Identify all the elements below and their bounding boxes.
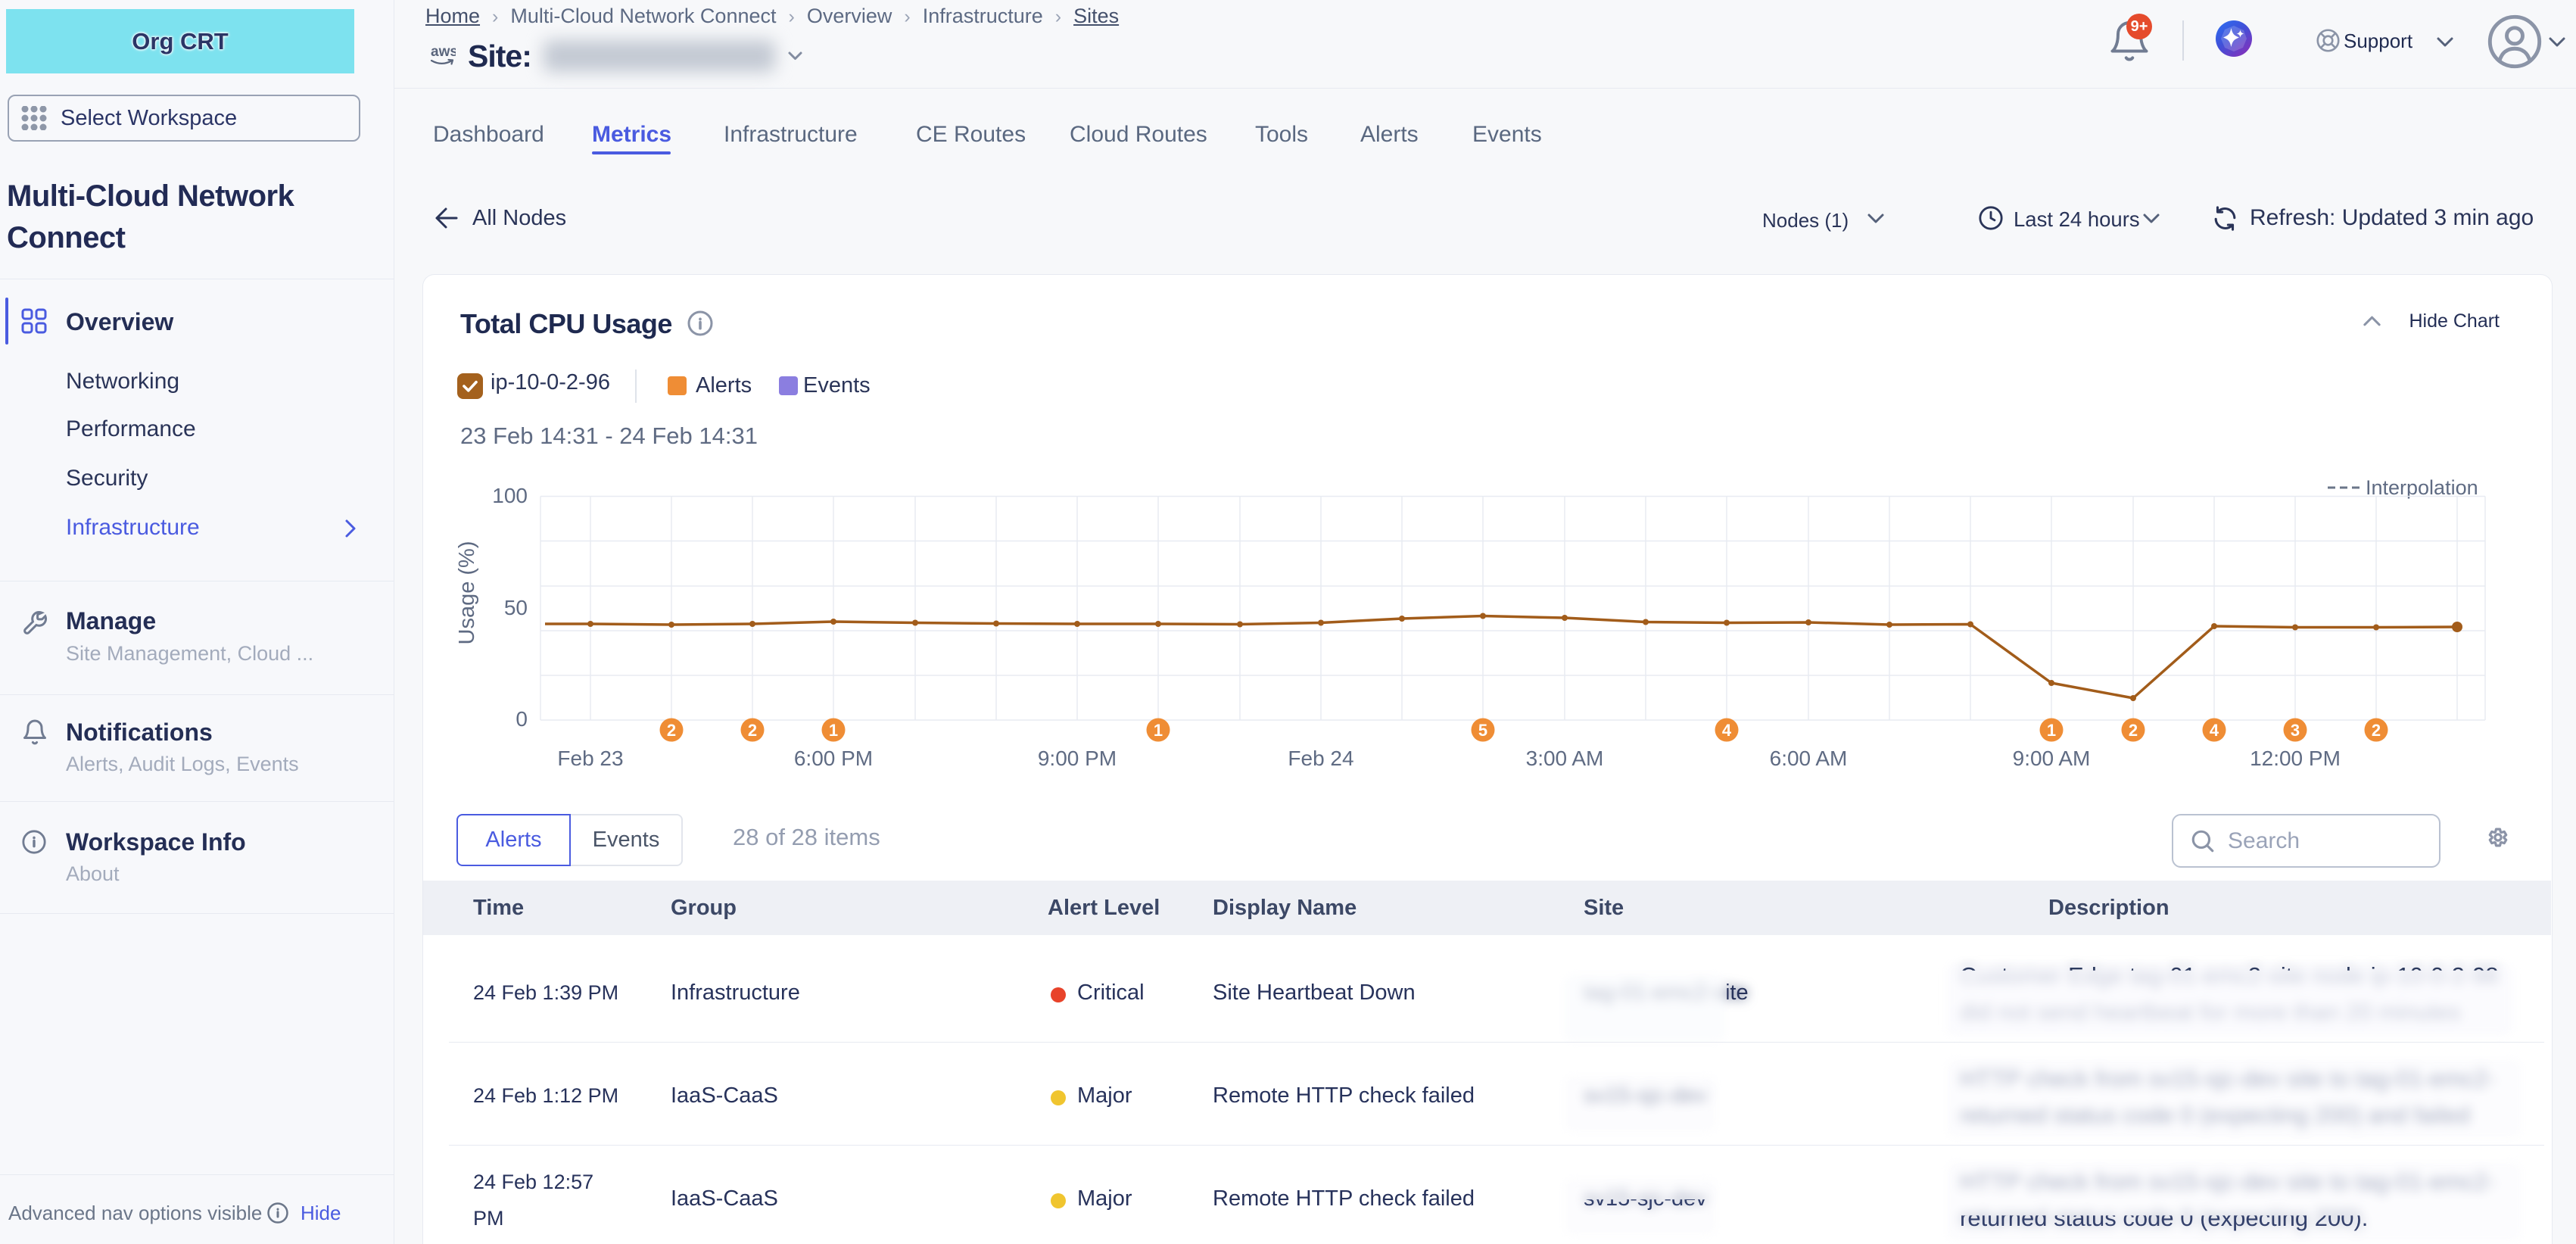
svg-text:4: 4 [1722, 721, 1732, 740]
svg-text:0: 0 [516, 707, 528, 731]
svg-text:Interpolation: Interpolation [2366, 476, 2478, 499]
svg-text:9:00 PM: 9:00 PM [1038, 747, 1117, 770]
svg-text:100: 100 [492, 484, 528, 507]
svg-text:4: 4 [2210, 721, 2219, 740]
svg-text:2: 2 [2129, 721, 2138, 740]
svg-text:9:00 AM: 9:00 AM [2013, 747, 2091, 770]
svg-text:2: 2 [2372, 721, 2381, 740]
svg-text:aws: aws [431, 44, 456, 60]
svg-text:Feb 24: Feb 24 [1288, 747, 1353, 770]
svg-text:12:00 PM: 12:00 PM [2250, 747, 2341, 770]
svg-text:3:00 AM: 3:00 AM [1526, 747, 1604, 770]
svg-text:1: 1 [829, 721, 838, 740]
svg-text:50: 50 [504, 596, 528, 619]
svg-text:1: 1 [2047, 721, 2056, 740]
svg-text:3: 3 [2291, 721, 2300, 740]
svg-text:1: 1 [1154, 721, 1163, 740]
svg-text:Feb 23: Feb 23 [557, 747, 623, 770]
svg-text:2: 2 [667, 721, 676, 740]
svg-text:6:00 AM: 6:00 AM [1770, 747, 1848, 770]
svg-text:2: 2 [748, 721, 757, 740]
svg-text:6:00 PM: 6:00 PM [794, 747, 873, 770]
svg-text:Usage (%): Usage (%) [455, 541, 479, 645]
svg-text:5: 5 [1478, 721, 1487, 740]
